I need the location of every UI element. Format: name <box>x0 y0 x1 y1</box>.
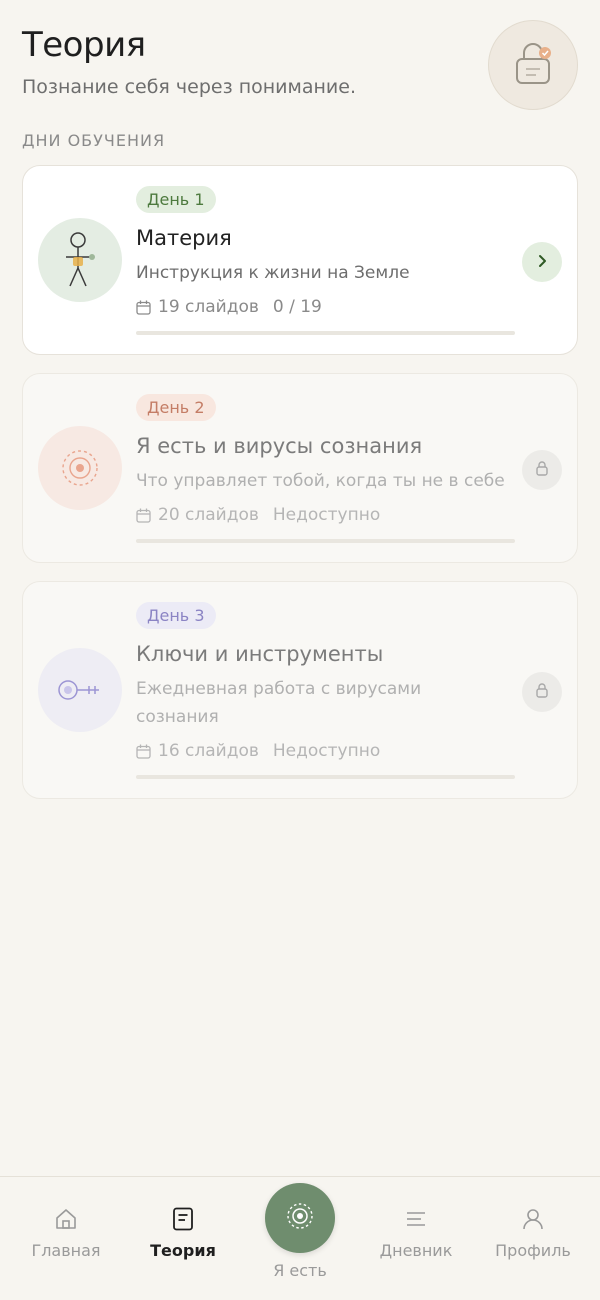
progress-bar <box>136 331 515 335</box>
progress-status: 0 / 19 <box>272 297 322 317</box>
progress-bar <box>136 775 515 779</box>
card-meta: 16 слайдов Недоступно <box>136 741 517 761</box>
day-card-3[interactable]: День 3 Ключи и инструменты Ежедневная ра… <box>22 581 578 799</box>
chevron-right-icon <box>536 253 548 272</box>
day-pill: День 2 <box>136 394 216 421</box>
bottom-nav: Главная Теория Я есть Дневник Профиль <box>0 1176 600 1300</box>
day-pill: День 1 <box>136 186 216 213</box>
nav-journal[interactable]: Дневник <box>358 1207 474 1260</box>
card-description: Инструкция к жизни на Земле <box>136 263 410 283</box>
stick-figure-icon <box>38 218 122 302</box>
lock-check-icon <box>512 39 554 91</box>
nav-profile-label: Профиль <box>495 1241 571 1260</box>
nav-theory-label: Теория <box>150 1241 216 1260</box>
section-label: ДНИ ОБУЧЕНИЯ <box>22 131 166 150</box>
card-meta: 20 слайдов Недоступно <box>136 505 517 525</box>
nav-journal-label: Дневник <box>379 1241 453 1260</box>
nav-home-label: Главная <box>31 1241 101 1260</box>
availability-status: Недоступно <box>272 741 381 761</box>
calendar-icon <box>136 744 151 759</box>
nav-home[interactable]: Главная <box>8 1207 124 1260</box>
card-description: Ежедневная работа с вирусами сознания <box>136 679 422 727</box>
target-circles-icon <box>285 1201 315 1235</box>
slide-count: 19 слайдов <box>158 297 259 317</box>
nav-i-am-label: Я есть <box>273 1261 327 1280</box>
card-title: Ключи и инструменты <box>136 642 384 666</box>
lock-check-button[interactable] <box>488 20 578 110</box>
availability-status: Недоступно <box>272 505 381 525</box>
i-am-button[interactable] <box>265 1183 335 1253</box>
progress-bar <box>136 539 515 543</box>
day-card-1[interactable]: День 1 Материя Инструкция к жизни на Зем… <box>22 165 578 355</box>
home-icon <box>54 1207 78 1235</box>
slide-count: 20 слайдов <box>158 505 259 525</box>
target-circles-icon <box>38 426 122 510</box>
card-description: Что управляет тобой, когда ты не в себе <box>136 471 505 491</box>
document-icon <box>172 1207 194 1235</box>
nav-theory[interactable]: Теория <box>125 1207 241 1260</box>
locked-indicator <box>522 672 562 712</box>
lines-icon <box>405 1210 427 1232</box>
calendar-icon <box>136 508 151 523</box>
lock-icon <box>535 682 549 702</box>
nav-i-am[interactable]: Я есть <box>254 1183 346 1280</box>
card-meta: 19 слайдов 0 / 19 <box>136 297 517 317</box>
card-title: Я есть и вирусы сознания <box>136 434 423 458</box>
user-icon <box>521 1207 545 1235</box>
open-day-button[interactable] <box>522 242 562 282</box>
locked-indicator <box>522 450 562 490</box>
page-header: Теория Познание себя через понимание. <box>22 20 578 112</box>
slide-count: 16 слайдов <box>158 741 259 761</box>
day-card-2[interactable]: День 2 Я есть и вирусы сознания Что упра… <box>22 373 578 563</box>
nav-profile[interactable]: Профиль <box>475 1207 591 1260</box>
key-icon <box>38 648 122 732</box>
card-title: Материя <box>136 226 232 250</box>
calendar-icon <box>136 300 151 315</box>
day-pill: День 3 <box>136 602 216 629</box>
lock-icon <box>535 460 549 480</box>
